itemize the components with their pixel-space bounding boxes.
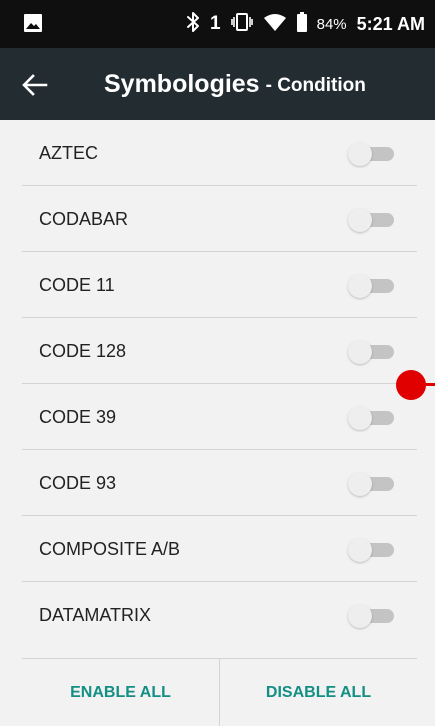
toggle-thumb [348,142,372,166]
list-item-code-11[interactable]: CODE 11 [22,252,417,318]
status-bar: 1 84% 5:21 AM [0,0,435,48]
list-item-code-128[interactable]: CODE 128 [22,318,417,384]
disable-all-button[interactable]: DISABLE ALL [220,659,417,726]
list-item-label: DATAMATRIX [39,605,151,625]
toggle-thumb [348,208,372,232]
list-item-label: CODE 39 [39,407,117,427]
list-item-codabar[interactable]: CODABAR [22,186,417,252]
toggle-thumb [348,604,372,628]
battery-percentage: 84% [316,15,347,33]
toggle-thumb [348,472,372,496]
touch-indicator-line [422,383,435,386]
symbology-list: AZTEC CODABAR CODE 11 CODE 128 CODE 39 C… [22,120,417,648]
list-item-label: AZTEC [39,143,99,163]
list-item-datamatrix[interactable]: DATAMATRIX [22,582,417,648]
bottom-action-bar: ENABLE ALL DISABLE ALL [22,658,417,726]
aztec-toggle[interactable] [348,142,396,166]
sim-indicator: 1 [210,13,221,34]
battery-icon [296,11,307,37]
toggle-thumb [348,406,372,430]
page-title: Symbologies - Condition [104,48,366,120]
composite-a-b-toggle[interactable] [348,538,396,562]
list-item-label: CODE 128 [39,341,127,361]
page-title-subtitle: - Condition [265,74,366,96]
list-item-label: CODABAR [39,209,129,229]
vibrate-icon [230,12,253,37]
list-item-code-93[interactable]: CODE 93 [22,450,417,516]
status-icons: 1 84% 5:21 AM [186,0,425,48]
app-bar: Symbologies - Condition [0,48,435,120]
image-notification-icon [24,14,42,32]
code-11-toggle[interactable] [348,274,396,298]
code-93-toggle[interactable] [348,472,396,496]
back-button[interactable] [20,70,50,100]
wifi-icon [263,12,287,37]
code-39-toggle[interactable] [348,406,396,430]
list-item-label: COMPOSITE A/B [39,539,181,559]
enable-all-button[interactable]: ENABLE ALL [22,659,219,726]
arrow-left-icon [20,74,50,104]
page-title-main: Symbologies [104,69,260,98]
clock: 5:21 AM [356,13,425,34]
toggle-thumb [348,274,372,298]
toggle-thumb [348,538,372,562]
list-item-code-39[interactable]: CODE 39 [22,384,417,450]
bluetooth-icon [186,11,200,38]
list-item-label: CODE 11 [39,275,115,295]
datamatrix-toggle[interactable] [348,604,396,628]
code-128-toggle[interactable] [348,340,396,364]
list-item-aztec[interactable]: AZTEC [22,120,417,186]
toggle-thumb [348,340,372,364]
codabar-toggle[interactable] [348,208,396,232]
list-item-label: CODE 93 [39,473,117,493]
list-item-composite-a-b[interactable]: COMPOSITE A/B [22,516,417,582]
